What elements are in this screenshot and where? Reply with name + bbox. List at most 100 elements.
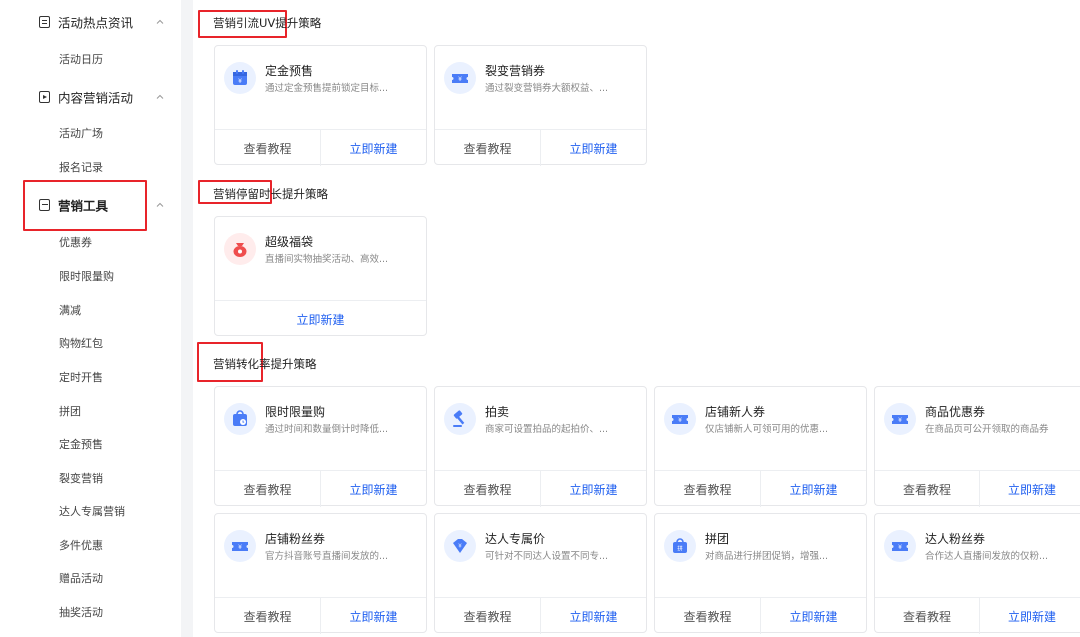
- svg-text:¥: ¥: [238, 544, 242, 551]
- group-buy-icon: 拼: [664, 530, 696, 562]
- sidebar-group-label: 内容营销活动: [58, 90, 134, 106]
- section-title-conversion: 营销转化率提升策略: [213, 357, 317, 371]
- card-description: 可针对不同达人设置不同专...: [485, 551, 609, 562]
- sidebar-item-coupon[interactable]: 优惠券: [59, 236, 92, 250]
- sidebar-item-scheduled-sale[interactable]: 定时开售: [59, 371, 103, 385]
- coupon-icon: ¥: [884, 403, 916, 435]
- card-title: 定金预售: [265, 64, 314, 78]
- view-tutorial-button[interactable]: 查看教程: [875, 598, 979, 634]
- sidebar: 活动热点资讯 活动日历 内容营销活动 活动广场 报名记录 营销工具 优惠券 限时…: [0, 0, 181, 637]
- card-description: 通过时间和数量倒计时降低...: [265, 424, 389, 435]
- card-title: 店铺新人券: [705, 405, 766, 419]
- calendar-icon: ¥: [224, 62, 256, 94]
- card-footer: 查看教程 立即新建: [655, 597, 866, 634]
- sidebar-group-label: 活动热点资讯: [58, 15, 134, 31]
- sidebar-item-full-reduction[interactable]: 满减: [59, 304, 81, 318]
- sidebar-item-gift-activity[interactable]: 赠品活动: [59, 572, 103, 586]
- card-fission-coupon: ¥ 裂变营销券 通过裂变营销券大额权益、... 查看教程 立即新建: [434, 45, 647, 166]
- card-title: 达人专属价: [485, 532, 546, 546]
- card-group-buy: 拼 拼团 对商品进行拼团促销，增强... 查看教程 立即新建: [654, 513, 867, 634]
- document-icon: [39, 16, 50, 28]
- card-title: 拼团: [705, 532, 730, 546]
- view-tutorial-button[interactable]: 查看教程: [435, 598, 540, 634]
- svg-text:¥: ¥: [458, 544, 462, 550]
- card-description: 通过裂变营销券大额权益、...: [485, 83, 609, 94]
- card-flash-sale: 限时限量购 通过时间和数量倒计时降低... 查看教程 立即新建: [214, 386, 427, 507]
- card-description: 官方抖音账号直播间发放的...: [265, 551, 389, 562]
- sidebar-item-deposit-presale[interactable]: 定金预售: [59, 438, 103, 452]
- card-title: 裂变营销券: [485, 64, 546, 78]
- annotation-box: [23, 180, 147, 231]
- create-new-button[interactable]: 立即新建: [321, 471, 426, 507]
- svg-text:¥: ¥: [238, 78, 242, 85]
- coupon-icon: ¥: [444, 62, 476, 94]
- card-title: 超级福袋: [265, 235, 314, 249]
- create-new-button[interactable]: 立即新建: [215, 301, 426, 337]
- create-new-button[interactable]: 立即新建: [321, 130, 426, 166]
- sidebar-item-activity-calendar[interactable]: 活动日历: [59, 53, 103, 67]
- create-new-button[interactable]: 立即新建: [541, 130, 646, 166]
- view-tutorial-button[interactable]: 查看教程: [435, 130, 540, 166]
- card-description: 直播间实物抽奖活动、高效...: [265, 254, 389, 265]
- card-footer: 查看教程 立即新建: [655, 470, 866, 507]
- svg-text:¥: ¥: [458, 76, 462, 83]
- sidebar-group-activity-news[interactable]: 活动热点资讯: [0, 5, 181, 39]
- card-description: 在商品页可公开领取的商品券: [925, 424, 1049, 435]
- section-title-dwell-time: 营销停留时长提升策略: [213, 187, 328, 201]
- card-footer: 查看教程 立即新建: [215, 470, 426, 507]
- card-title: 店铺粉丝券: [265, 532, 326, 546]
- create-new-button[interactable]: 立即新建: [541, 598, 646, 634]
- create-new-button[interactable]: 立即新建: [980, 598, 1080, 634]
- sidebar-item-fission-marketing[interactable]: 裂变营销: [59, 472, 103, 486]
- section-title-uv: 营销引流UV提升策略: [213, 16, 322, 30]
- sidebar-item-activity-plaza[interactable]: 活动广场: [59, 127, 103, 141]
- view-tutorial-button[interactable]: 查看教程: [655, 598, 760, 634]
- card-description: 商家可设置拍品的起拍价、...: [485, 424, 609, 435]
- card-description: 对商品进行拼团促销，增强...: [705, 551, 829, 562]
- view-tutorial-button[interactable]: 查看教程: [215, 471, 320, 507]
- view-tutorial-button[interactable]: 查看教程: [215, 598, 320, 634]
- create-new-button[interactable]: 立即新建: [541, 471, 646, 507]
- card-influencer-fan-coupon: ¥ 达人粉丝券 合作达人直播间发放的仅粉... 查看教程 立即新建: [874, 513, 1080, 634]
- create-new-button[interactable]: 立即新建: [761, 471, 866, 507]
- sidebar-item-influencer-marketing[interactable]: 达人专属营销: [59, 505, 125, 519]
- create-new-button[interactable]: 立即新建: [321, 598, 426, 634]
- sidebar-item-group-buy[interactable]: 拼团: [59, 405, 81, 419]
- sidebar-item-flash-sale[interactable]: 限时限量购: [59, 270, 114, 284]
- chevron-up-icon[interactable]: [155, 92, 165, 102]
- sidebar-divider: [181, 0, 193, 637]
- timer-bag-icon: [224, 403, 256, 435]
- sidebar-item-signup-records[interactable]: 报名记录: [59, 161, 103, 175]
- card-super-lucky-bag: 超级福袋 直播间实物抽奖活动、高效... 立即新建: [214, 216, 427, 336]
- sidebar-item-shopping-red-packet[interactable]: 购物红包: [59, 337, 103, 351]
- view-tutorial-button[interactable]: 查看教程: [435, 471, 540, 507]
- sidebar-item-lottery-activity[interactable]: 抽奖活动: [59, 606, 103, 620]
- card-title: 达人粉丝券: [925, 532, 986, 546]
- card-deposit-presale: ¥ 定金预售 通过定金预售提前锁定目标... 查看教程 立即新建: [214, 45, 427, 166]
- view-tutorial-button[interactable]: 查看教程: [875, 471, 979, 507]
- card-influencer-exclusive-price: ¥ 达人专属价 可针对不同达人设置不同专... 查看教程 立即新建: [434, 513, 647, 634]
- view-tutorial-button[interactable]: 查看教程: [215, 130, 320, 166]
- create-new-button[interactable]: 立即新建: [980, 471, 1080, 507]
- tag-icon: ¥: [444, 530, 476, 562]
- card-title: 商品优惠券: [925, 405, 986, 419]
- coupon-icon: ¥: [884, 530, 916, 562]
- card-description: 通过定金预售提前锁定目标...: [265, 83, 389, 94]
- card-description: 合作达人直播间发放的仅粉...: [925, 551, 1049, 562]
- card-footer: 查看教程 立即新建: [215, 597, 426, 634]
- card-shop-newcomer-coupon: ¥ 店铺新人券 仅店铺新人可领可用的优惠... 查看教程 立即新建: [654, 386, 867, 507]
- sidebar-item-multi-item-discount[interactable]: 多件优惠: [59, 539, 103, 553]
- lucky-bag-icon: [224, 233, 256, 265]
- card-product-coupon: ¥ 商品优惠券 在商品页可公开领取的商品券 查看教程 立即新建: [874, 386, 1080, 507]
- coupon-icon: ¥: [664, 403, 696, 435]
- play-icon: [39, 91, 50, 103]
- card-shop-fan-coupon: ¥ 店铺粉丝券 官方抖音账号直播间发放的... 查看教程 立即新建: [214, 513, 427, 634]
- svg-text:¥: ¥: [898, 544, 902, 551]
- sidebar-group-content-marketing[interactable]: 内容营销活动: [0, 80, 181, 114]
- create-new-button[interactable]: 立即新建: [761, 598, 866, 634]
- view-tutorial-button[interactable]: 查看教程: [655, 471, 760, 507]
- chevron-up-icon[interactable]: [155, 200, 165, 210]
- card-footer: 查看教程 立即新建: [435, 470, 646, 507]
- chevron-up-icon[interactable]: [155, 17, 165, 27]
- card-title: 拍卖: [485, 405, 510, 419]
